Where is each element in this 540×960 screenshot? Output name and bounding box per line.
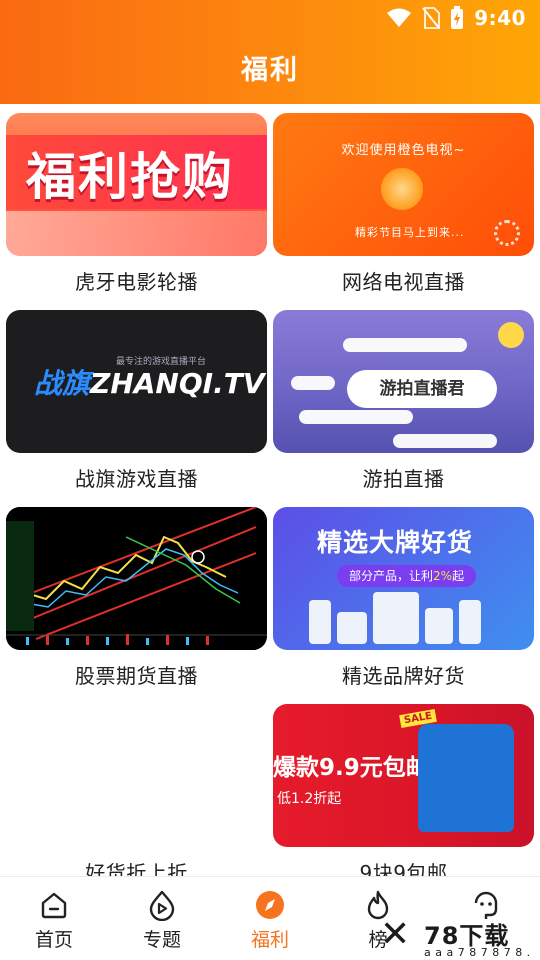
chat-bubble bbox=[343, 338, 467, 352]
tab-topics[interactable]: 专题 bbox=[108, 889, 216, 952]
bottle-image bbox=[459, 600, 481, 644]
discount-pill: 部分产品，让利2%起 bbox=[337, 565, 477, 587]
no-sim-icon bbox=[422, 7, 441, 29]
loading-spinner-icon bbox=[494, 220, 520, 246]
thumb-title: 游拍直播君 bbox=[347, 370, 497, 408]
zhanqi-logo: 战旗ZHANQI.TV bbox=[34, 362, 264, 402]
site-watermark: ✕ 78下载 a a a 7 8 7 8 7 8 . c o m bbox=[376, 914, 540, 960]
card-thumbnail[interactable] bbox=[6, 507, 267, 650]
card-label[interactable]: 虎牙电影轮播 bbox=[6, 266, 267, 295]
pill-text: 部分产品，让利 bbox=[349, 569, 434, 583]
card-thumbnail[interactable] bbox=[6, 704, 267, 847]
appliance-image bbox=[337, 612, 367, 644]
content-grid[interactable]: 福利抢购 虎牙电影轮播 欢迎使用橙色电视~ 精彩节目马上到来... 网络电视直播… bbox=[0, 104, 540, 876]
card-zhanqi[interactable]: 最专注的游戏直播平台 战旗ZHANQI.TV 战旗游戏直播 bbox=[6, 310, 267, 492]
card-thumbnail[interactable]: 精选大牌好货 部分产品，让利2%起 bbox=[273, 507, 534, 650]
card-9-9-free-shipping[interactable]: 爆款9.9元包邮 低1.2折起 SALE 9块9包邮 bbox=[273, 704, 534, 876]
card-thumbnail[interactable]: 欢迎使用橙色电视~ 精彩节目马上到来... bbox=[273, 113, 534, 256]
card-discount-goods[interactable]: 好货折上折 bbox=[6, 704, 267, 876]
thumb-title: 精选大牌好货 bbox=[317, 528, 474, 557]
card-brand-goods[interactable]: 精选大牌好货 部分产品，让利2%起 精选品牌好货 bbox=[273, 507, 534, 689]
card-stock[interactable]: 股票期货直播 bbox=[6, 507, 267, 689]
home-icon bbox=[41, 892, 67, 919]
pill-suffix: 起 bbox=[452, 569, 465, 583]
thumb-streak bbox=[6, 211, 267, 256]
logo-en: ZHANQI.TV bbox=[90, 367, 265, 400]
product-images bbox=[309, 590, 499, 644]
washer-image bbox=[373, 592, 419, 644]
logo-cn: 战旗 bbox=[34, 367, 91, 400]
tab-label: 福利 bbox=[250, 929, 289, 951]
milk-can-image bbox=[425, 608, 453, 644]
chat-bubble bbox=[393, 434, 497, 448]
thumb-subtitle: 低1.2折起 bbox=[277, 791, 342, 807]
tab-label: 专题 bbox=[142, 929, 181, 951]
pill-percent: 2% bbox=[433, 569, 453, 583]
chat-bubble bbox=[291, 376, 335, 390]
card-thumbnail[interactable]: 游拍直播君 bbox=[273, 310, 534, 453]
orange-logo-icon bbox=[381, 168, 423, 210]
card-youpai[interactable]: 游拍直播君 游拍直播 bbox=[273, 310, 534, 492]
compass-icon bbox=[256, 891, 284, 919]
chat-bubble bbox=[299, 410, 413, 424]
card-thumbnail[interactable]: 福利抢购 bbox=[6, 113, 267, 256]
card-huya-movie[interactable]: 福利抢购 虎牙电影轮播 bbox=[6, 113, 267, 295]
watermark-x-logo: ✕ bbox=[380, 914, 411, 955]
status-time: 9:40 bbox=[474, 6, 526, 30]
phone-image bbox=[309, 600, 331, 644]
card-label[interactable]: 网络电视直播 bbox=[273, 266, 534, 295]
tab-home[interactable]: 首页 bbox=[0, 889, 108, 952]
thumb-title: 欢迎使用橙色电视~ bbox=[341, 143, 466, 158]
card-label[interactable]: 好货折上折 bbox=[6, 857, 267, 876]
app-header: 9:40 福利 bbox=[0, 0, 540, 104]
card-label[interactable]: 9块9包邮 bbox=[273, 857, 534, 876]
battery-charging-icon bbox=[451, 6, 464, 29]
tab-welfare[interactable]: 福利 bbox=[216, 889, 324, 952]
play-drop-icon bbox=[149, 890, 175, 921]
moon-icon bbox=[498, 322, 524, 348]
thumb-title: 福利抢购 bbox=[26, 148, 234, 206]
watermark-url: a a a 7 8 7 8 7 8 . c o m bbox=[424, 946, 531, 960]
stock-chart-graphic bbox=[6, 507, 267, 650]
card-label[interactable]: 战旗游戏直播 bbox=[6, 463, 267, 492]
card-label[interactable]: 精选品牌好货 bbox=[273, 660, 534, 689]
card-thumbnail[interactable]: 最专注的游戏直播平台 战旗ZHANQI.TV bbox=[6, 310, 267, 453]
page-title: 福利 bbox=[241, 55, 299, 86]
tab-label: 首页 bbox=[34, 929, 73, 951]
card-label[interactable]: 股票期货直播 bbox=[6, 660, 267, 689]
wifi-icon bbox=[387, 8, 412, 27]
thumb-title: 爆款9.9元包邮 bbox=[273, 755, 429, 781]
status-bar: 9:40 bbox=[386, 0, 540, 36]
card-thumbnail[interactable]: 爆款9.9元包邮 低1.2折起 SALE bbox=[273, 704, 534, 847]
tshirt-image bbox=[418, 724, 514, 832]
card-network-tv[interactable]: 欢迎使用橙色电视~ 精彩节目马上到来... 网络电视直播 bbox=[273, 113, 534, 295]
card-label[interactable]: 游拍直播 bbox=[273, 463, 534, 492]
thumb-subtitle: 精彩节目马上到来... bbox=[355, 226, 465, 239]
